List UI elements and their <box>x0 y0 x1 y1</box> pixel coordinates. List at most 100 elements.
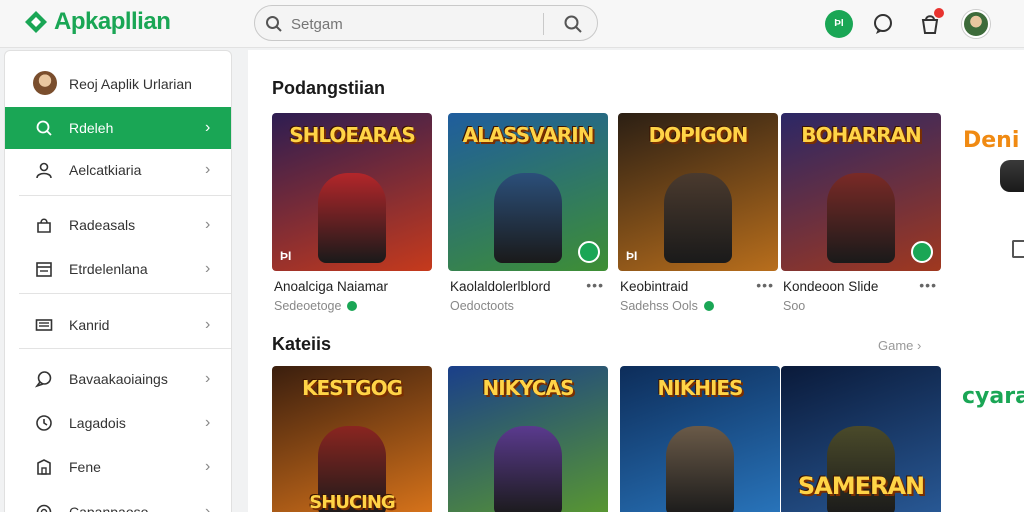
game-thumbnail[interactable]: NIKHIES <box>620 366 780 512</box>
game-card[interactable]: NIKYCAS <box>448 366 608 512</box>
verified-icon <box>703 301 714 311</box>
chevron-right-icon: › <box>205 119 211 136</box>
game-subtitle: Sedeoetoge <box>274 299 358 313</box>
game-name: Kaolaldolerlblord <box>450 279 551 294</box>
game-art-subtitle: SAMERAN <box>797 472 925 500</box>
search-bar[interactable] <box>254 5 598 41</box>
game-card[interactable]: DOPIGON ÞI Keobintraid Sadehss Ools ••• <box>618 113 778 323</box>
search-input[interactable] <box>291 13 531 35</box>
sidebar-item-label: Capanpaoso <box>69 504 149 512</box>
game-card[interactable]: ALASSVARIN Kaolaldolerlblord Oedoctoots … <box>448 113 608 323</box>
search-submit-icon[interactable] <box>563 14 583 34</box>
game-hero-art <box>827 173 895 263</box>
game-art-title: ALASSVARIN <box>462 123 595 147</box>
sidebar-item-keyboard[interactable]: Kanrid › <box>5 304 231 346</box>
clock-icon <box>36 415 52 431</box>
logo-icon <box>25 11 47 33</box>
game-thumbnail[interactable]: NIKYCAS <box>448 366 608 512</box>
game-subtitle: Oedoctoots <box>450 299 514 313</box>
game-card[interactable]: BOHARRAN Kondeoon Slide Soo ••• <box>781 113 941 323</box>
sidebar-item-search[interactable]: Rdeleh › <box>5 107 231 149</box>
sidebar-user[interactable]: Reoj Aaplik Urlarian <box>5 59 231 107</box>
chat-icon[interactable] <box>869 10 897 38</box>
user-name: Reoj Aaplik Urlarian <box>69 76 192 92</box>
chevron-right-icon: › <box>205 161 211 178</box>
game-card[interactable]: KESTGOG SHUCING <box>272 366 432 512</box>
sidebar-item-bag[interactable]: Radeasals › <box>5 204 231 246</box>
logo-text: Apkapllian <box>54 8 171 35</box>
game-card[interactable]: SHLOEARAS ÞI Anoalciga Naiamar Sedeoetog… <box>272 113 432 323</box>
game-name: Kondeoon Slide <box>783 279 879 294</box>
game-hero-art <box>666 426 734 512</box>
chevron-right-icon: › <box>205 216 211 233</box>
calendar-icon <box>36 262 52 277</box>
shield-icon <box>578 241 600 263</box>
sidebar-item-user[interactable]: Aelcatkiaria › <box>5 149 231 191</box>
search-divider <box>543 13 544 35</box>
partial-icon <box>1012 240 1024 258</box>
chat-icon <box>35 371 52 388</box>
chevron-right-icon: › <box>205 414 211 431</box>
sidebar-item-chat[interactable]: Bavaakaoiaings › <box>5 358 231 400</box>
game-art-badge: ÞI <box>626 249 638 263</box>
game-art-title: KESTGOG <box>301 376 403 400</box>
game-name: Keobintraid <box>620 279 689 294</box>
sidebar-item-label: Rdeleh <box>69 120 114 136</box>
chevron-right-icon: › <box>205 260 211 277</box>
game-art-badge: ÞI <box>280 249 292 263</box>
sidebar-item-calendar[interactable]: Etrdelenlana › <box>5 248 231 290</box>
chevron-right-icon: › <box>205 370 211 387</box>
settings-icon <box>36 504 52 512</box>
avatar[interactable] <box>962 10 990 38</box>
sidebar-item-label: Etrdelenlana <box>69 261 148 277</box>
game-hero-art <box>494 173 562 263</box>
game-art-title: NIKYCAS <box>482 376 574 400</box>
sidebar-item-store[interactable]: Fene › <box>5 446 231 488</box>
game-card[interactable]: SAMERAN <box>781 366 941 512</box>
keyboard-icon <box>35 319 53 331</box>
section-title-featured: Podangstiian <box>272 78 386 98</box>
app-badge-icon[interactable]: ÞI <box>825 10 853 38</box>
sidebar-item-clock[interactable]: Lagadois › <box>5 402 231 444</box>
sidebar-item-label: Kanrid <box>69 317 110 333</box>
see-more-link[interactable]: Game › <box>878 338 921 353</box>
partial-banner-art <box>1000 160 1024 192</box>
chevron-right-icon: › <box>205 316 211 333</box>
sidebar-item-settings[interactable]: Capanpaoso › <box>5 491 231 512</box>
game-thumbnail[interactable]: BOHARRAN <box>781 113 941 271</box>
chevron-right-icon: › <box>917 338 922 353</box>
game-subtitle: Sadehss Ools <box>620 299 714 313</box>
partial-banner-text: Deni <box>963 128 1020 153</box>
game-thumbnail[interactable]: SHLOEARAS ÞI <box>272 113 432 271</box>
sidebar-item-label: Fene <box>69 459 101 475</box>
sidebar-item-label: Radeasals <box>69 217 136 233</box>
game-thumbnail[interactable]: DOPIGON ÞI <box>618 113 778 271</box>
chevron-right-icon: › <box>205 458 211 475</box>
game-art-title: DOPIGON <box>648 123 749 147</box>
game-art-subtitle: SHUCING <box>309 492 395 512</box>
main-content: Podangstiian SHLOEARAS ÞI Anoalciga Naia… <box>248 50 1024 512</box>
game-subtitle: Soo <box>783 299 806 313</box>
more-options-icon[interactable]: ••• <box>919 277 937 293</box>
sidebar-divider <box>19 348 231 349</box>
game-card[interactable]: NIKHIES <box>620 366 780 512</box>
game-art-title: BOHARRAN <box>801 123 921 147</box>
more-options-icon[interactable]: ••• <box>756 277 774 293</box>
chevron-right-icon: › <box>205 503 211 512</box>
top-bar: Apkapllian ÞI <box>0 0 1024 48</box>
sidebar-item-label: Aelcatkiaria <box>69 162 142 178</box>
shield-icon <box>911 241 933 263</box>
search-icon <box>266 16 282 32</box>
sidebar-item-label: Lagadois <box>69 415 126 431</box>
game-hero-art <box>664 173 732 263</box>
store-icon <box>37 459 51 475</box>
partial-banner-text: cyara <box>962 384 1024 409</box>
game-thumbnail[interactable]: SAMERAN <box>781 366 941 512</box>
more-options-icon[interactable]: ••• <box>586 277 604 293</box>
app-logo[interactable]: Apkapllian <box>22 8 171 36</box>
verified-icon <box>347 301 358 311</box>
sidebar-divider <box>19 293 231 294</box>
game-thumbnail[interactable]: KESTGOG SHUCING <box>272 366 432 512</box>
notification-badge <box>934 8 944 18</box>
game-thumbnail[interactable]: ALASSVARIN <box>448 113 608 271</box>
